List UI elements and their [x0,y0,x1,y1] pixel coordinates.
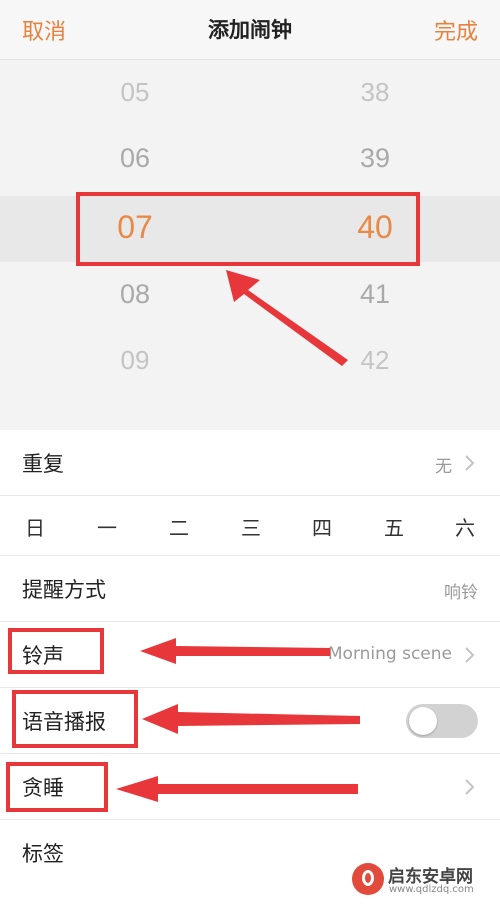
weekday-sat[interactable]: 六 [450,512,480,541]
minute-option[interactable]: 42 [335,345,415,376]
repeat-label: 重复 [22,452,64,476]
weekday-mon[interactable]: 一 [92,512,122,541]
hour-option[interactable]: 08 [95,279,175,310]
hour-option[interactable]: 05 [95,77,175,108]
reminder-row[interactable]: 提醒方式 响铃 [0,556,500,622]
hour-option[interactable]: 06 [95,143,175,174]
voice-broadcast-toggle[interactable] [406,704,478,738]
snooze-highlight-box [6,762,108,812]
reminder-label: 提醒方式 [22,578,106,602]
minute-option[interactable]: 39 [335,143,415,174]
repeat-value: 无 [435,457,452,477]
ringtone-value: Morning scene [327,644,452,664]
watermark-logo-icon [352,863,384,895]
hour-option[interactable]: 09 [95,345,175,376]
toggle-knob [409,707,437,735]
page-title: 添加闹钟 [208,18,292,42]
site-watermark: 启东安卓网 www.qdlzdq.com [352,861,492,899]
chevron-right-icon [465,779,475,795]
weekday-fri[interactable]: 五 [379,512,409,541]
watermark-url: www.qdlzdq.com [389,884,474,895]
weekday-wed[interactable]: 三 [236,512,266,541]
voice-broadcast-highlight-box [12,690,138,748]
weekday-tue[interactable]: 二 [164,512,194,541]
tag-label: 标签 [22,842,64,866]
minute-option[interactable]: 41 [335,279,415,310]
nav-bar: 取消 添加闹钟 完成 [0,0,500,60]
ringtone-highlight-box [8,628,104,674]
time-highlight-box [76,192,420,266]
minute-option[interactable]: 38 [335,77,415,108]
chevron-right-icon [465,455,475,471]
done-button[interactable]: 完成 [434,14,478,46]
weekday-selector: 日 一 二 三 四 五 六 [0,496,500,556]
weekday-thu[interactable]: 四 [307,512,337,541]
reminder-value: 响铃 [444,583,478,603]
weekday-sun[interactable]: 日 [20,512,50,541]
chevron-right-icon [465,647,475,663]
repeat-row[interactable]: 重复 无 [0,430,500,496]
